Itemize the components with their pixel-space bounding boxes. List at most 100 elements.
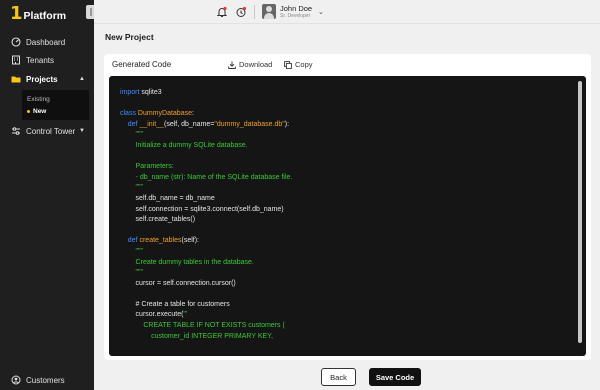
code-line: Create dummy tables in the database.	[120, 258, 572, 269]
sidebar-subitem-label: Existing	[27, 95, 50, 103]
sidebar-item-label: Tenants	[26, 55, 55, 65]
code-token: __init__	[139, 120, 164, 128]
code-token: self.create_tables()	[120, 216, 196, 224]
code-token: DummyDatabase	[137, 110, 192, 118]
chevron-up-icon: ▲	[79, 76, 85, 82]
sidebar-subitem-new[interactable]: New	[22, 105, 89, 117]
code-token: "dummy_database.db"	[214, 120, 285, 128]
history-icon[interactable]	[235, 5, 247, 17]
code-token: (self, db_name=	[164, 120, 215, 128]
logo[interactable]: 1 Platform	[10, 5, 66, 23]
bell-icon[interactable]	[216, 5, 228, 17]
download-button[interactable]: Download	[228, 60, 272, 69]
sidebar-subitem-label: New	[33, 107, 47, 115]
code-token: # Create a table for customers	[120, 300, 230, 308]
code-line: self.db_name = db_name	[120, 194, 572, 205]
code-token: customer_id INTEGER PRIMARY KEY,	[120, 332, 273, 340]
code-line: CREATE TABLE IF NOT EXISTS customers (	[120, 321, 572, 332]
avatar[interactable]	[262, 4, 276, 19]
projects-submenu: Existing New	[22, 90, 89, 120]
sidebar: 1 Platform Dashboard Tenants Projects ▲	[0, 0, 100, 390]
code-token: ):	[284, 120, 290, 128]
code-line: """	[120, 268, 572, 279]
code-token: def	[120, 237, 140, 245]
logo-mark: 1	[10, 3, 23, 24]
code-token: def	[120, 120, 140, 128]
page-title: New Project	[105, 32, 154, 42]
code-token: :	[191, 110, 194, 118]
code-line: Initialize a dummy SQLite database.	[120, 141, 572, 152]
code-line: customer_id INTEGER PRIMARY KEY,	[120, 332, 572, 343]
code-token: - db_name (str): Name of the SQLite data…	[120, 173, 293, 181]
download-icon	[228, 61, 236, 69]
sidebar-item-projects[interactable]: Projects ▲	[0, 71, 94, 87]
code-line: # Create a table for customers	[120, 300, 572, 311]
folder-icon	[9, 74, 23, 84]
card-title: Generated Code	[112, 60, 172, 69]
code-token: create_tables	[139, 237, 182, 245]
code-lines: import sqlite3 class DummyDatabase: def …	[120, 88, 572, 342]
code-line: - db_name (str): Name of the SQLite data…	[120, 173, 572, 184]
save-code-button[interactable]: Save Code	[369, 368, 421, 386]
code-block[interactable]: import sqlite3 class DummyDatabase: def …	[109, 76, 586, 356]
code-line: Parameters:	[120, 162, 572, 173]
control-tower-icon	[9, 126, 23, 136]
tenants-icon	[9, 55, 23, 65]
code-line: """	[120, 130, 572, 141]
code-token: Create dummy tables in the database.	[120, 258, 254, 266]
sidebar-item-label: Projects	[26, 74, 58, 84]
download-label: Download	[239, 60, 273, 69]
code-line: cursor.execute('''	[120, 310, 572, 321]
scrollbar[interactable]	[578, 81, 582, 343]
code-line: def create_tables(self):	[120, 236, 572, 247]
copy-icon	[284, 60, 292, 69]
sidebar-item-control-tower[interactable]: Control Tower ▼	[0, 123, 94, 139]
active-dot-icon	[27, 109, 30, 113]
code-token: """	[120, 247, 144, 255]
topbar: John Doe Sr. Developer ⌄	[94, 0, 600, 24]
code-token: cursor.execute(	[120, 311, 184, 319]
dashboard-icon	[9, 37, 23, 47]
sidebar-item-label: Control Tower	[26, 126, 76, 136]
code-token: """	[120, 269, 144, 277]
code-token: sqlite3	[139, 89, 162, 96]
copy-button[interactable]: Copy	[284, 60, 313, 69]
chevron-down-icon: ▼	[79, 128, 85, 134]
sidebar-item-label: Dashboard	[26, 37, 66, 47]
code-token: cursor = self.connection.cursor()	[120, 279, 236, 287]
code-token: self.db_name = db_name	[120, 194, 215, 202]
code-line: def __init__(self, db_name="dummy_databa…	[120, 120, 572, 131]
code-token: """	[120, 131, 144, 139]
user-name: John Doe	[280, 4, 313, 13]
sidebar-subitem-existing[interactable]: Existing	[22, 93, 89, 105]
code-token: Parameters:	[120, 163, 174, 171]
sidebar-item-tenants[interactable]: Tenants	[0, 52, 94, 68]
code-line: cursor = self.connection.cursor()	[120, 279, 572, 290]
user-role: Sr. Developer	[280, 13, 311, 19]
code-line: """	[120, 183, 572, 194]
back-button[interactable]: Back	[321, 368, 356, 386]
code-token: class	[120, 110, 138, 118]
generated-code-card: Generated Code Download Copy import sqli…	[104, 54, 591, 360]
chevron-down-icon[interactable]: ⌄	[318, 8, 324, 16]
code-token: """	[120, 184, 144, 192]
code-token: Initialize a dummy SQLite database.	[120, 141, 248, 149]
divider	[254, 5, 255, 19]
copy-label: Copy	[295, 60, 313, 69]
code-token: '''	[183, 311, 188, 319]
code-line: """	[120, 247, 572, 258]
sidebar-item-dashboard[interactable]: Dashboard	[0, 34, 94, 50]
code-line: class DummyDatabase:	[120, 109, 572, 120]
code-line: self.create_tables()	[120, 215, 572, 226]
code-token: self.connection = sqlite3.connect(self.d…	[120, 205, 284, 213]
code-line: import sqlite3	[120, 88, 572, 99]
sidebar-item-customers[interactable]: Customers	[0, 372, 94, 388]
app-root: 1 Platform Dashboard Tenants Projects ▲	[0, 0, 600, 390]
customers-icon	[9, 375, 23, 385]
sidebar-item-label: Customers	[26, 375, 65, 385]
code-token: (self):	[181, 237, 200, 245]
